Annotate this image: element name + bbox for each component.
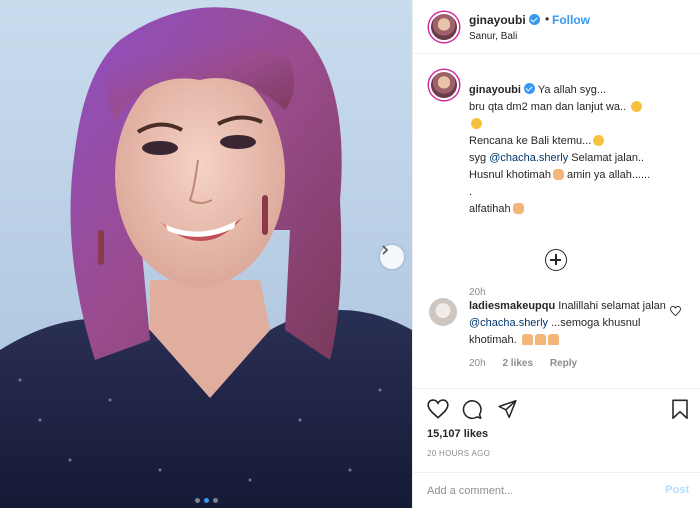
caption-line: . — [469, 186, 473, 198]
load-more-comments-button[interactable] — [545, 249, 567, 271]
comment-mention-link[interactable]: @chacha.sherly — [469, 317, 548, 329]
sad-face-emoji-icon — [593, 135, 605, 146]
comment-meta: 20h 2 likes Reply — [469, 358, 591, 369]
bookmark-icon[interactable] — [671, 399, 689, 420]
post-header: ginayoubi • Follow Sanur, Bali — [413, 0, 700, 54]
carousel-dot — [194, 498, 200, 503]
carousel-indicator — [0, 498, 412, 503]
caption-text: ginayoubi Ya allah syg... bru qta dm2 ma… — [469, 82, 689, 218]
caption-line: alfatihah — [469, 203, 511, 215]
comment-body: Inalillahi selamat jalan — [558, 300, 666, 312]
mention-link[interactable]: @chacha.sherly — [489, 152, 568, 164]
post-photo[interactable] — [0, 0, 412, 508]
author-username[interactable]: ginayoubi — [469, 13, 540, 27]
verified-badge-icon — [523, 83, 535, 94]
crying-face-emoji-icon — [471, 118, 482, 129]
post-side-panel: ginayoubi • Follow Sanur, Bali ginayoubi… — [412, 0, 700, 508]
comment-input[interactable] — [427, 482, 647, 500]
palms-together-emoji-icon — [552, 169, 564, 180]
folded-hands-emoji-icon — [521, 334, 533, 345]
post-timestamp[interactable]: 20 HOURS AGO — [427, 449, 490, 458]
chevron-right-icon — [382, 245, 389, 255]
follow-button[interactable]: Follow — [552, 13, 590, 27]
location-link[interactable]: Sanur, Bali — [469, 31, 517, 42]
post-action-bar — [413, 388, 700, 428]
folded-hands-emoji-icon — [534, 334, 546, 345]
caption-line: Selamat jalan.. — [571, 152, 645, 164]
caption-line: syg — [469, 152, 487, 164]
caption-timestamp[interactable]: 20h — [469, 287, 486, 298]
reply-button[interactable]: Reply — [550, 358, 577, 369]
sad-face-emoji-icon — [631, 101, 643, 112]
comment-timestamp[interactable]: 20h — [469, 358, 486, 369]
author-avatar[interactable] — [429, 12, 459, 42]
carousel-dot-active — [203, 498, 209, 503]
heart-icon[interactable] — [427, 399, 449, 419]
author-username-text[interactable]: ginayoubi — [469, 13, 526, 27]
likes-count[interactable]: 15,107 likes — [427, 428, 488, 440]
caption-line: bru qta dm2 man dan lanjut wa.. — [469, 101, 627, 113]
comment-likes-count[interactable]: 2 likes — [502, 358, 533, 369]
caption-line: Husnul khotimah — [469, 169, 551, 181]
caption-line: Rencana ke Bali ktemu... — [469, 135, 592, 147]
share-icon[interactable] — [497, 399, 518, 419]
caption-line: Ya allah syg... — [537, 84, 607, 96]
comment-heart-icon[interactable] — [670, 306, 681, 316]
comment-text: ladiesmakeupqu Inalillahi selamat jalan … — [469, 298, 669, 349]
caption-author-avatar[interactable] — [429, 70, 459, 100]
folded-hands-emoji-icon — [547, 334, 559, 345]
post-comment-button[interactable]: Post — [665, 484, 689, 496]
palms-together-emoji-icon — [512, 203, 524, 214]
commenter-username[interactable]: ladiesmakeupqu — [469, 300, 555, 312]
caption-line: amin ya allah...... — [567, 169, 651, 181]
comment-icon[interactable] — [461, 399, 483, 420]
carousel-next-button[interactable] — [380, 245, 404, 269]
portrait-image — [0, 7, 412, 508]
caption-username[interactable]: ginayoubi — [469, 84, 521, 96]
commenter-avatar[interactable] — [429, 298, 457, 326]
verified-badge-icon — [528, 14, 540, 25]
add-comment-bar: Post — [413, 472, 700, 508]
carousel-dot — [212, 498, 218, 503]
header-separator: • — [545, 12, 550, 26]
